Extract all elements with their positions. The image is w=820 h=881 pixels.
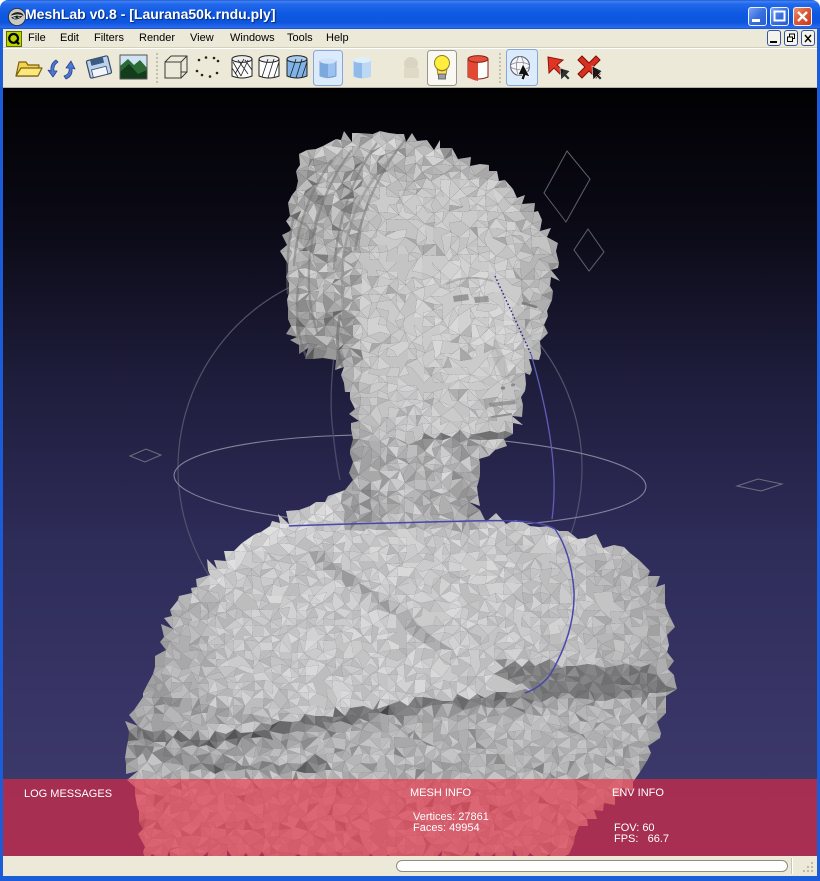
svg-text:LOG MESSAGES: LOG MESSAGES — [24, 788, 112, 800]
svg-text:Faces: 49954: Faces: 49954 — [413, 822, 480, 834]
svg-text:FPS: 66.7: FPS: 66.7 — [614, 833, 669, 845]
svg-text:ENV INFO: ENV INFO — [612, 787, 664, 799]
svg-text:MESH INFO: MESH INFO — [410, 787, 472, 799]
